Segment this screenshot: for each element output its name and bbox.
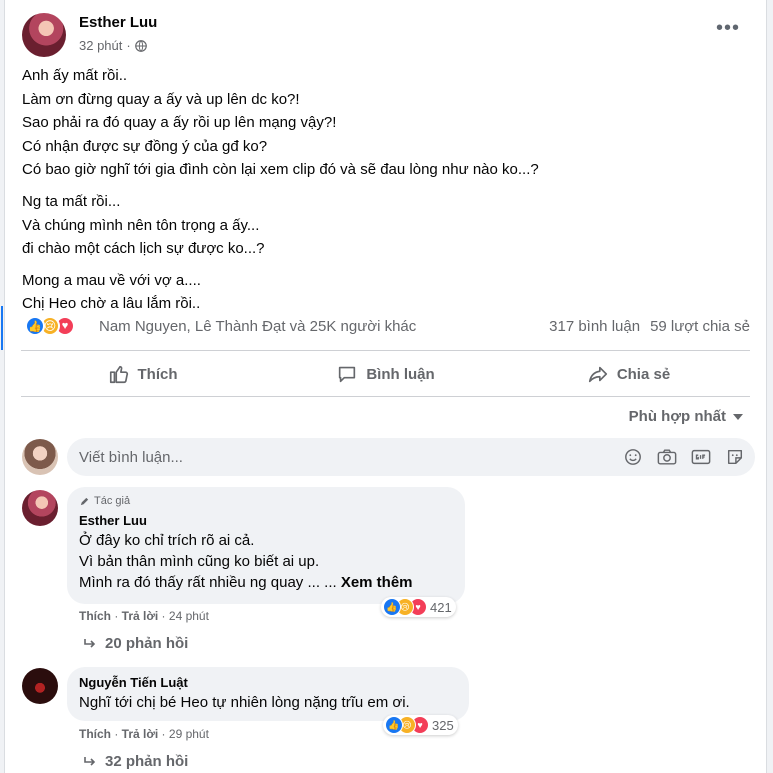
comment-time[interactable]: 29 phút — [169, 727, 209, 741]
comment-line: Vì bản thân mình cũng ko biết ai up. — [79, 553, 320, 570]
replies-label: 32 phản hồi — [105, 753, 189, 770]
reaction-summary[interactable]: 👍 😢 ♥ — [25, 315, 75, 337]
comment-reactions[interactable]: 👍 😢 ♥ 325 — [383, 715, 458, 735]
share-icon — [588, 366, 607, 383]
comment-meta: Thích · Trả lời · 29 phút — [79, 727, 209, 741]
author-badge: Tác giả — [79, 495, 453, 507]
comment-line: Mình ra đó thấy rất nhiều ng quay ... ..… — [79, 572, 453, 593]
comment-bubble: Tác giả Esther Luu Ở đây ko chỉ trích rõ… — [67, 487, 465, 604]
comment-line: Ở đây ko chỉ trích rõ ai cả. — [79, 532, 255, 549]
comment-reaction-count: 421 — [430, 599, 452, 615]
emoji-icon[interactable] — [623, 447, 643, 467]
comment-bubble: Nguyễn Tiến Luật Nghĩ tới chị bé Heo tự … — [67, 667, 469, 721]
post-line: Chị Heo chờ a lâu lắm rồi.. — [22, 295, 201, 313]
gif-icon[interactable] — [691, 447, 711, 467]
sort-label: Phù hợp nhất — [628, 408, 726, 425]
post-paragraph: Ng ta mất rồi... Và chúng mình nên tôn t… — [22, 190, 742, 261]
comment-input[interactable] — [79, 438, 479, 476]
thumbs-up-icon — [109, 365, 128, 384]
author-avatar[interactable] — [22, 13, 66, 57]
post-actions: Thích Bình luận Chia sẻ — [21, 352, 750, 396]
more-horizontal-icon: ••• — [715, 17, 740, 39]
post-time[interactable]: 32 phút — [79, 38, 122, 53]
caret-down-icon — [733, 413, 743, 420]
camera-icon[interactable] — [657, 447, 677, 467]
post-meta: 32 phút · — [79, 38, 147, 53]
post-text: Anh ấy mất rồi.. Làm ơn đừng quay a ấy v… — [22, 64, 742, 324]
reply-arrow-icon — [84, 756, 96, 766]
more-options-button[interactable]: ••• — [716, 18, 740, 38]
like-reaction-icon: 👍 — [385, 716, 403, 734]
reactors-text[interactable]: Nam Nguyen, Lê Thành Đạt và 25K người kh… — [99, 318, 416, 335]
share-label: Chia sẻ — [616, 365, 671, 383]
comment-text: Ở đây ko chỉ trích rõ ai cả. Vì bản thân… — [79, 530, 453, 593]
sticker-icon[interactable] — [725, 447, 745, 467]
post-line: Có bao giờ nghĩ tới gia đình còn lại xem… — [22, 161, 539, 179]
post-counts: 317 bình luận 59 lượt chia sẻ — [549, 318, 750, 335]
composer-icons — [623, 447, 745, 467]
share-button[interactable]: Chia sẻ — [507, 352, 750, 396]
comment-count[interactable]: 317 bình luận — [549, 318, 640, 335]
comment-meta: Thích · Trả lời · 24 phút — [79, 609, 209, 623]
post-line: Ng ta mất rồi... — [22, 192, 121, 210]
comment-time[interactable]: 24 phút — [169, 609, 209, 623]
post-paragraph: Mong a mau về với vợ a.... Chị Heo chờ a… — [22, 269, 742, 316]
view-replies-button[interactable]: 32 phản hồi — [83, 753, 188, 770]
comment-icon — [339, 366, 356, 383]
post-line: Có nhận được sự đồng ý của gđ ko? — [22, 137, 268, 155]
pen-icon — [80, 497, 89, 505]
comment-line-text: Mình ra đó thấy rất nhiều ng quay ... ..… — [79, 574, 337, 591]
comment-reply-link[interactable]: Trả lời — [122, 727, 159, 741]
share-count[interactable]: 59 lượt chia sẻ — [650, 318, 750, 335]
see-more-link[interactable]: Xem thêm — [341, 574, 413, 591]
comment-reply-link[interactable]: Trả lời — [122, 609, 159, 623]
comment-reaction-count: 325 — [432, 717, 454, 733]
like-reaction-icon: 👍 — [383, 598, 401, 616]
comment-avatar[interactable] — [22, 490, 58, 526]
current-user-avatar[interactable] — [22, 439, 58, 475]
comment-composer — [67, 438, 755, 476]
view-replies-button[interactable]: 20 phản hồi — [83, 635, 188, 652]
like-button[interactable]: Thích — [21, 352, 264, 396]
author-name[interactable]: Esther Luu — [79, 14, 157, 31]
post-line: Mong a mau về với vợ a.... — [22, 271, 201, 289]
globe-icon — [134, 39, 147, 52]
post-card: Esther Luu 32 phút · ••• Anh ấy mất rồi.… — [1, 0, 767, 773]
post-paragraph: Anh ấy mất rồi.. Làm ơn đừng quay a ấy v… — [22, 64, 742, 182]
comment-like-link[interactable]: Thích — [79, 727, 111, 741]
comment-text: Nghĩ tới chị bé Heo tự nhiên lòng nặng t… — [79, 692, 457, 713]
commenter-name[interactable]: Nguyễn Tiến Luật — [79, 675, 457, 690]
comment-reactions[interactable]: 👍 😢 ♥ 421 — [381, 597, 456, 617]
replies-label: 20 phản hồi — [105, 635, 189, 652]
comment-button[interactable]: Bình luận — [264, 352, 507, 396]
like-reaction-icon: 👍 — [25, 316, 45, 336]
post-line: Làm ơn đừng quay a ấy và up lên dc ko?! — [22, 90, 300, 108]
comment-sort-dropdown[interactable]: Phù hợp nhất — [629, 408, 744, 425]
comment-like-link[interactable]: Thích — [79, 609, 111, 623]
comment-line: Nghĩ tới chị bé Heo tự nhiên lòng nặng t… — [79, 694, 410, 711]
author-badge-label: Tác giả — [94, 495, 131, 507]
comment-avatar[interactable] — [22, 668, 58, 704]
like-label: Thích — [137, 365, 178, 383]
reply-arrow-icon — [84, 638, 96, 648]
post-line: đi chào một cách lịch sự được ko...? — [22, 240, 265, 258]
post-line: Sao phải ra đó quay a ấy rồi up lên mạng… — [22, 114, 337, 132]
post-line: Anh ấy mất rồi.. — [22, 67, 128, 84]
commenter-name[interactable]: Esther Luu — [79, 513, 453, 528]
divider — [21, 350, 750, 351]
post-line: Và chúng mình nên tôn trọng a ấy... — [22, 216, 260, 234]
divider — [21, 396, 750, 397]
comment-label: Bình luận — [366, 365, 435, 383]
focus-marker — [1, 306, 3, 350]
